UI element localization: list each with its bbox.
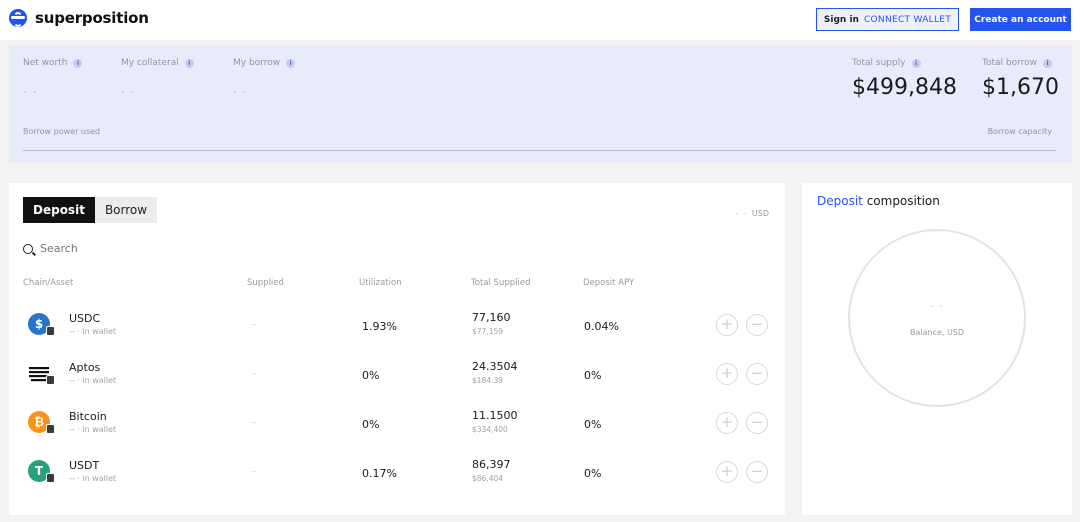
borrow-label-text: My borrow [233,58,281,68]
asset-name: Bitcoin [69,410,107,423]
top-bar: superposition Sign in CONNECT WALLET Cre… [0,0,1080,40]
asset-name: USDT [69,459,100,472]
search-input[interactable] [40,242,240,255]
chain-badge-icon [46,326,55,336]
search-icon [23,243,33,254]
superposition-logo-icon [9,9,27,27]
search-bar [23,242,240,255]
tab-borrow[interactable]: Borrow [94,197,158,223]
withdraw-minus-button[interactable]: − [746,461,768,483]
utilization-value: 1.93% [362,320,397,333]
column-header-total-supplied: Total Supplied [471,278,531,288]
borrow-label: My borrow i [233,58,296,68]
deposit-plus-button[interactable]: + [716,314,738,336]
withdraw-minus-button[interactable]: − [746,363,768,385]
deposit-plus-button[interactable]: + [716,363,738,385]
column-header-utilization: Utilization [359,278,402,288]
total-supplied-value: 24.3504 [472,360,518,373]
borrow-power-bar [23,150,1056,151]
withdraw-minus-button[interactable]: − [746,412,768,434]
wallet-balance: -- · in wallet [69,425,117,434]
borrow-capacity-label: Borrow capacity [987,127,1052,136]
total-supplied-value: 77,160 [472,311,511,324]
composition-balance-label: Balance, USD [909,328,965,337]
composition-title: Deposit composition [817,194,940,208]
composition-donut-chart: - - Balance, USD [848,229,1026,407]
collateral-label-text: My collateral [121,58,179,68]
brand-name: superposition [35,9,149,27]
deposit-plus-button[interactable]: + [716,461,738,483]
info-icon[interactable]: i [911,58,921,68]
usd-toggle-unit: USD [751,209,769,218]
total-supply-value: $499,848 [852,75,957,100]
table-row[interactable]: Aptos -- · in wallet -- 0% 24.3504 $184.… [9,357,785,406]
total-borrow-value: $1,670 [982,75,1059,100]
composition-balance-value: - - [930,301,944,312]
borrow-value: - - [233,85,248,98]
usd-toggle[interactable]: - - USD [736,209,769,218]
asset-name: USDC [69,312,101,325]
markets-card: Deposit Borrow - - USD Chain/Asset Suppli… [9,183,785,515]
total-borrow-label-text: Total borrow [982,58,1038,68]
total-supply-label: Total supply i [852,58,921,68]
create-account-button[interactable]: Create an account [970,8,1071,31]
total-supplied-usd: $86,404 [472,474,504,483]
sign-in-connect-wallet-button[interactable]: Sign in CONNECT WALLET [816,8,959,31]
supplied-value: -- [251,320,257,329]
info-icon[interactable]: i [286,58,296,68]
info-icon[interactable]: i [184,58,194,68]
connect-wallet-label: CONNECT WALLET [863,14,952,25]
utilization-value: 0.17% [362,467,397,480]
brand-logo[interactable]: superposition [9,9,149,27]
column-header-asset: Chain/Asset [23,278,74,288]
supplied-value: -- [251,369,257,378]
total-borrow-label: Total borrow i [982,58,1053,68]
collateral-label: My collateral i [121,58,194,68]
info-icon[interactable]: i [1043,58,1053,68]
sign-in-label: Sign in [823,14,859,25]
borrow-power-used-label: Borrow power used [23,127,101,136]
info-icon[interactable]: i [73,58,83,68]
deposit-composition-card: Deposit composition - - Balance, USD [802,183,1072,515]
composition-title-accent: Deposit [817,194,863,208]
column-header-deposit-apy: Deposit APY [583,278,635,288]
tab-deposit[interactable]: Deposit [23,197,95,223]
table-row[interactable]: T USDT -- · in wallet -- 0.17% 86,397 $8… [9,455,785,504]
wallet-balance: -- · in wallet [69,327,117,336]
table-row[interactable]: $ USDC -- · in wallet -- 1.93% 77,160 $7… [9,308,785,357]
collateral-value: - - [121,85,136,98]
composition-title-rest: composition [862,194,940,208]
deposit-apy-value: 0% [584,467,602,480]
table-row[interactable]: ₿ Bitcoin -- · in wallet -- 0% 11.1500 $… [9,406,785,455]
asset-name: Aptos [69,361,101,374]
withdraw-minus-button[interactable]: − [746,314,768,336]
supplied-value: -- [251,467,257,476]
wallet-balance: -- · in wallet [69,376,117,385]
utilization-value: 0% [362,369,380,382]
chain-badge-icon [46,424,55,434]
net-worth-label-text: Net worth [23,58,68,68]
chain-badge-icon [46,473,55,483]
total-supplied-usd: $334,400 [472,425,508,434]
total-supplied-value: 86,397 [472,458,511,471]
deposit-apy-value: 0% [584,418,602,431]
total-supplied-usd: $77,159 [472,327,504,336]
total-supplied-usd: $184.39 [472,376,504,385]
deposit-plus-button[interactable]: + [716,412,738,434]
wallet-balance: -- · in wallet [69,474,117,483]
utilization-value: 0% [362,418,380,431]
column-header-supplied: Supplied [247,278,284,288]
supplied-value: -- [251,418,257,427]
chain-badge-icon [46,375,55,385]
total-supplied-value: 11.1500 [472,409,518,422]
deposit-borrow-tabs: Deposit Borrow [23,197,158,223]
net-worth-value: - - [23,85,38,98]
total-supply-label-text: Total supply [852,58,906,68]
net-worth-label: Net worth i [23,58,83,68]
portfolio-summary-panel: Net worth i - - My collateral i - - My b… [9,45,1072,163]
usd-toggle-value: - - [735,209,747,218]
deposit-apy-value: 0% [584,369,602,382]
deposit-apy-value: 0.04% [584,320,619,333]
